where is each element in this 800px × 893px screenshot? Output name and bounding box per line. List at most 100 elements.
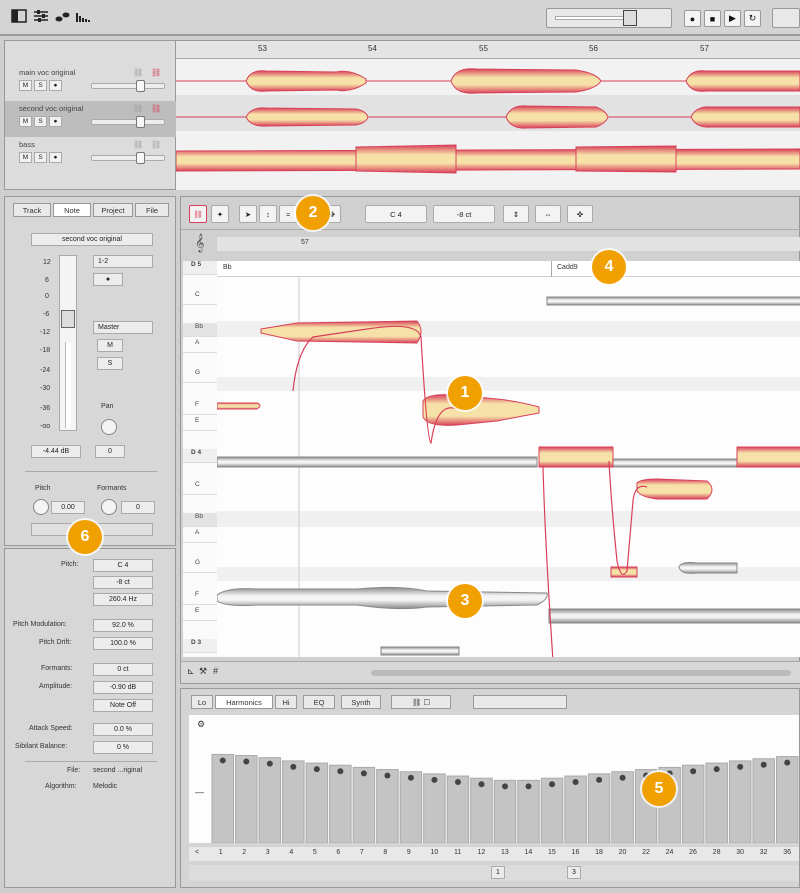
pitch-field[interactable]: C 4 <box>365 205 427 223</box>
harmonic-bar[interactable] <box>211 753 235 843</box>
mode-toggle[interactable] <box>473 695 567 709</box>
harmonic-dot[interactable] <box>737 763 744 770</box>
mute-button[interactable]: M <box>19 80 32 91</box>
frequency-field[interactable]: 260.4 Hz <box>93 593 153 606</box>
solo-button[interactable]: S <box>97 357 123 370</box>
tab-lo[interactable]: Lo <box>191 695 213 709</box>
track-row[interactable]: second voc original ⛓ ⛓ M S ● <box>5 101 177 137</box>
mute-button[interactable]: M <box>19 152 32 163</box>
link-icon[interactable]: ⛓ <box>133 140 143 149</box>
tab-track[interactable]: Track <box>13 203 51 217</box>
harmonic-bar[interactable] <box>493 779 517 843</box>
record-button[interactable]: ● <box>684 10 701 27</box>
harmonics-bars[interactable] <box>211 715 799 843</box>
notes-layer[interactable] <box>217 261 800 657</box>
pitch-value[interactable]: 0.00 <box>51 501 85 514</box>
formants-value[interactable]: 0 <box>121 501 155 514</box>
harmonic-dot[interactable] <box>454 779 461 786</box>
volume-value[interactable]: -4.44 dB <box>31 445 81 458</box>
stop-button[interactable]: ■ <box>704 10 721 27</box>
tab-harmonics[interactable]: Harmonics <box>215 695 273 709</box>
harmonic-bar[interactable] <box>258 757 282 843</box>
tab-hi[interactable]: Hi <box>275 695 297 709</box>
harmonic-dot[interactable] <box>243 758 250 765</box>
harmonic-dot[interactable] <box>431 776 438 783</box>
volume-fader[interactable] <box>59 255 77 431</box>
chord-track[interactable]: Bb Cadd9 <box>217 261 800 277</box>
harmonic-dot[interactable] <box>713 766 720 773</box>
solo-button[interactable]: S <box>34 80 47 91</box>
harmonic-dot[interactable] <box>619 774 626 781</box>
formants-knob[interactable] <box>101 499 117 515</box>
track-row[interactable]: main voc original ⛓ ⛓ M S ● <box>5 65 177 101</box>
harmonic-bar[interactable] <box>611 771 634 843</box>
page-field-2[interactable]: 3 <box>567 866 581 879</box>
harmonic-bar[interactable] <box>329 764 352 843</box>
extra-field[interactable] <box>772 8 800 28</box>
mixer-icon[interactable] <box>32 8 50 24</box>
harmonic-bar[interactable] <box>446 775 470 843</box>
channel-select[interactable]: 1-2 <box>93 255 153 268</box>
cents-field[interactable]: -8 ct <box>433 205 495 223</box>
harmonic-dot[interactable] <box>219 757 226 764</box>
formants-field[interactable]: 0 ct <box>93 663 153 676</box>
slider-knob[interactable] <box>136 152 145 164</box>
harmonic-dot[interactable] <box>478 781 485 788</box>
tab-eq[interactable]: EQ <box>303 695 335 709</box>
pan-value[interactable]: 0 <box>95 445 125 458</box>
spectrum-icon[interactable] <box>74 8 92 24</box>
harmonic-dot[interactable] <box>384 772 391 779</box>
mute-button[interactable]: M <box>19 116 32 127</box>
layout-icon[interactable] <box>10 8 28 24</box>
harmonic-dot[interactable] <box>572 779 579 786</box>
harmonic-bar[interactable] <box>705 762 728 843</box>
drift-tool-icon[interactable]: ≈ <box>279 205 297 223</box>
volume-slider[interactable] <box>91 80 165 92</box>
harmonic-dot[interactable] <box>407 774 414 781</box>
snap-time-icon[interactable]: ⇔ <box>535 205 561 223</box>
link-red-icon[interactable]: ⛓ <box>151 104 161 113</box>
harmonic-bar[interactable] <box>775 756 799 843</box>
arrow-tool-icon[interactable]: ➤ <box>239 205 257 223</box>
track-name-field[interactable]: second voc original <box>31 233 153 246</box>
harmonic-dot[interactable] <box>784 759 791 766</box>
loop-button[interactable]: ↻ <box>744 10 761 27</box>
notes-icon[interactable] <box>54 8 72 24</box>
footer-wrench-icon[interactable]: ⚒ <box>199 666 207 677</box>
tab-synth[interactable]: Synth <box>341 695 381 709</box>
harmonics-graph[interactable]: ⚙ — <box>189 715 799 843</box>
harmonic-bar[interactable] <box>564 775 587 843</box>
harmonic-dot[interactable] <box>313 766 320 773</box>
arrangement-overview[interactable]: 53 54 55 56 57 <box>176 40 800 190</box>
fader-handle[interactable] <box>61 310 75 328</box>
record-arm-button[interactable]: ● <box>49 116 62 127</box>
link-icon[interactable]: ⛓ <box>133 104 143 113</box>
harmonic-dot[interactable] <box>290 763 297 770</box>
sparkle-tool-icon[interactable]: ✦ <box>211 205 229 223</box>
tab-note[interactable]: Note <box>53 203 91 217</box>
link-icon[interactable]: ⛓ <box>133 68 143 77</box>
harmonic-dot[interactable] <box>360 770 367 777</box>
harmonic-bar[interactable] <box>399 771 423 843</box>
mute-button[interactable]: M <box>97 339 123 352</box>
harmonic-bar[interactable] <box>540 777 564 843</box>
pitch-field[interactable]: C 4 <box>93 559 153 572</box>
tab-project[interactable]: Project <box>93 203 133 217</box>
harmonic-dot[interactable] <box>596 776 603 783</box>
page-field[interactable]: 1 <box>491 866 505 879</box>
slider-knob[interactable] <box>136 116 145 128</box>
horizontal-scrollbar[interactable] <box>371 670 791 676</box>
snap-all-icon[interactable]: ✜ <box>567 205 593 223</box>
pan-knob[interactable] <box>101 419 117 435</box>
solo-button[interactable]: S <box>34 116 47 127</box>
note-off-button[interactable]: Note Off <box>93 699 153 712</box>
harmonic-dot[interactable] <box>690 768 697 775</box>
pitch-drift-field[interactable]: 100.0 % <box>93 637 153 650</box>
volume-slider[interactable] <box>91 116 165 128</box>
harmonic-bar[interactable] <box>728 760 752 843</box>
link-toggle[interactable]: ⛓ ☐ <box>391 695 451 709</box>
harmonic-bar[interactable] <box>517 779 540 843</box>
harmonic-dot[interactable] <box>760 761 767 768</box>
cents-field[interactable]: -8 ct <box>93 576 153 589</box>
harmonic-bar[interactable] <box>305 762 329 843</box>
